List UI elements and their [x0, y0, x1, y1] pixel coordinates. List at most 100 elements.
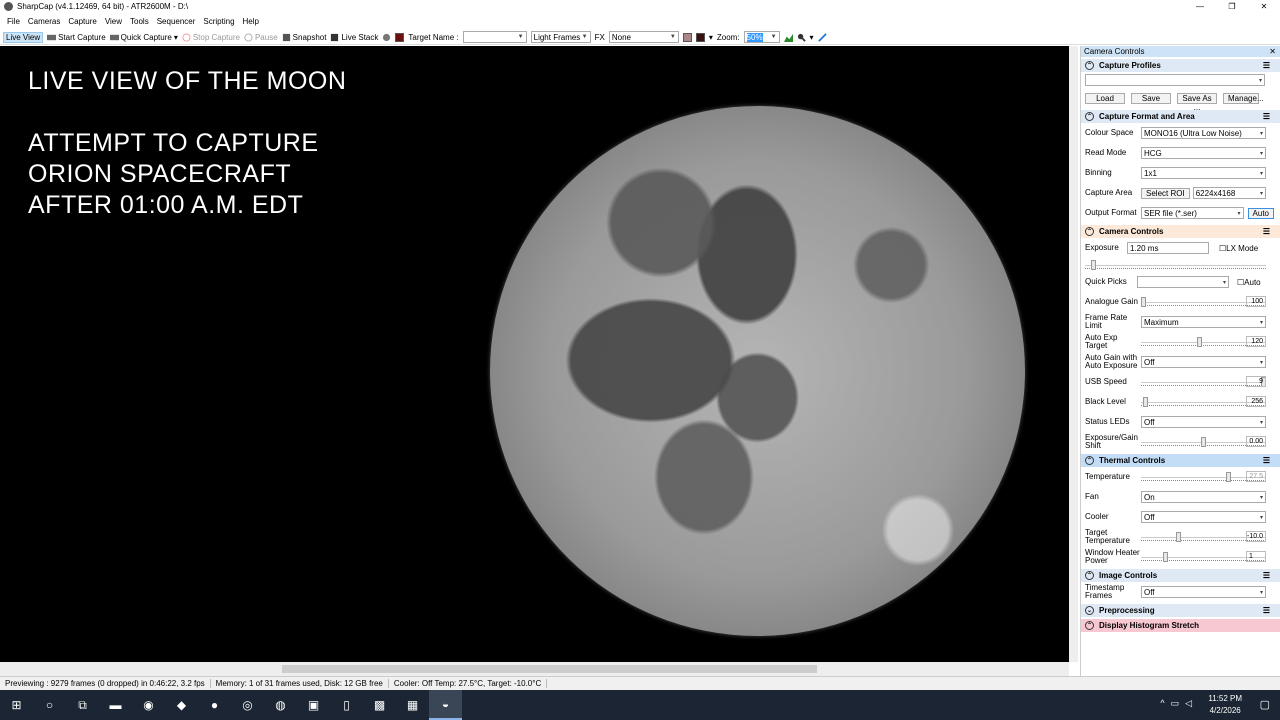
frame-type-combo[interactable]: Light Frames ▼ — [530, 31, 591, 43]
auto-gain-combo[interactable]: Off ▾ — [1141, 356, 1266, 368]
section-camera-controls[interactable]: ⌃ Camera Controls ☰ — [1081, 225, 1280, 238]
collapse-icon[interactable]: ⌃ — [1085, 112, 1094, 121]
app-icon[interactable]: ▦ — [396, 690, 429, 720]
collapse-icon[interactable]: ⌃ — [1085, 571, 1094, 580]
exp-gain-shift-value[interactable]: 0.00 — [1246, 436, 1266, 447]
hamburger-icon[interactable]: ☰ — [1263, 606, 1270, 615]
auto-format-button[interactable]: Auto — [1247, 207, 1274, 219]
read-mode-combo[interactable]: HCG ▾ — [1141, 147, 1266, 159]
exposure-slider[interactable] — [1085, 259, 1266, 271]
menu-cameras[interactable]: Cameras — [24, 17, 64, 26]
binning-combo[interactable]: 1x1 ▾ — [1141, 167, 1266, 179]
manage-button[interactable]: Manage... — [1223, 92, 1264, 104]
minimize-button[interactable]: — — [1184, 0, 1216, 13]
hamburger-icon[interactable]: ☰ — [1263, 456, 1270, 465]
hamburger-icon[interactable]: ☰ — [1263, 112, 1270, 121]
menu-tools[interactable]: Tools — [126, 17, 153, 26]
magnifier-icon[interactable] — [797, 33, 806, 42]
load-button[interactable]: Load — [1085, 92, 1125, 104]
collapse-icon[interactable]: ⌃ — [1085, 227, 1094, 236]
menu-help[interactable]: Help — [239, 17, 263, 26]
zoom-combo[interactable]: 50% ▼ — [743, 31, 780, 43]
app-icon[interactable]: ▩ — [363, 690, 396, 720]
app-icon[interactable]: ▣ — [297, 690, 330, 720]
slider-knob[interactable] — [1225, 471, 1231, 482]
app-icon[interactable]: ◍ — [264, 690, 297, 720]
quick-picks-combo[interactable]: ▾ — [1137, 276, 1229, 288]
chevron-down-icon[interactable]: ▾ — [810, 33, 814, 42]
chevron-down-icon[interactable]: ▾ — [709, 33, 713, 42]
target-name-combo[interactable]: ▼ — [462, 31, 527, 43]
hamburger-icon[interactable]: ☰ — [1263, 61, 1270, 70]
frame-rate-combo[interactable]: Maximum ▾ — [1141, 316, 1266, 328]
save-button[interactable]: Save — [1131, 92, 1171, 104]
cooler-combo[interactable]: Off ▾ — [1141, 511, 1266, 523]
circle-icon[interactable] — [382, 33, 391, 42]
close-button[interactable]: ✕ — [1248, 0, 1280, 13]
black-level-value[interactable]: 256 — [1246, 396, 1266, 407]
timestamp-combo[interactable]: Off ▾ — [1141, 586, 1266, 598]
search-icon[interactable]: ○ — [33, 690, 66, 720]
live-view-button[interactable]: Live View — [3, 31, 44, 43]
lx-mode-checkbox[interactable]: ☐ — [1219, 244, 1226, 253]
live-stack-button[interactable]: Live Stack — [330, 33, 378, 42]
collapse-icon[interactable]: ⌃ — [1085, 456, 1094, 465]
horizontal-scrollbar[interactable] — [0, 662, 1069, 676]
volume-icon[interactable]: ◁ — [1185, 698, 1192, 709]
exposure-field[interactable]: 1.20 ms — [1127, 242, 1209, 254]
color-swatch-icon[interactable] — [682, 32, 692, 42]
chevron-down-icon[interactable]: ▾ — [174, 33, 178, 42]
section-preprocessing[interactable]: ⌄ Preprocessing ☰ — [1081, 604, 1280, 617]
live-view-image[interactable]: LIVE VIEW OF THE MOON ATTEMPT TO CAPTURE… — [0, 46, 1069, 662]
collapse-icon[interactable]: ⌃ — [1085, 61, 1094, 70]
expand-icon[interactable]: ⌄ — [1085, 606, 1094, 615]
network-icon[interactable]: ▭ — [1171, 698, 1180, 709]
app-icon[interactable]: ● — [198, 690, 231, 720]
section-histogram-stretch[interactable]: ⌃ Display Histogram Stretch — [1081, 619, 1280, 632]
section-capture-profiles[interactable]: ⌃ Capture Profiles ☰ — [1081, 59, 1280, 72]
pause-button[interactable]: Pause — [244, 33, 278, 42]
document-icon[interactable]: ▯ — [330, 690, 363, 720]
usb-speed-value[interactable]: 9 — [1246, 376, 1266, 387]
heater-value[interactable]: 1 — [1246, 551, 1266, 562]
status-leds-combo[interactable]: Off ▾ — [1141, 416, 1266, 428]
capture-area-combo[interactable]: 6224x4168 ▾ — [1192, 187, 1266, 199]
close-icon[interactable]: ✕ — [1269, 46, 1276, 57]
auto-exp-target-value[interactable]: 120 — [1246, 336, 1266, 347]
fx-combo[interactable]: None ▼ — [608, 31, 679, 43]
maximize-button[interactable]: ❐ — [1216, 0, 1248, 13]
quick-capture-button[interactable]: Quick Capture ▾ — [109, 33, 178, 42]
menu-view[interactable]: View — [101, 17, 126, 26]
section-capture-format[interactable]: ⌃ Capture Format and Area ☰ — [1081, 110, 1280, 123]
stop-capture-button[interactable]: Stop Capture — [182, 33, 240, 42]
collapse-icon[interactable]: ⌃ — [1085, 621, 1094, 630]
notification-icon[interactable]: ▢ — [1260, 698, 1270, 711]
menu-capture[interactable]: Capture — [64, 17, 100, 26]
windows-start-icon[interactable]: ⊞ — [0, 690, 33, 720]
color-swatch-icon[interactable] — [395, 32, 405, 42]
color-swatch-icon[interactable] — [695, 32, 705, 42]
snapshot-button[interactable]: Snapshot — [282, 33, 326, 42]
slider-knob[interactable] — [1175, 531, 1181, 542]
slider-knob[interactable] — [1200, 436, 1206, 447]
slider-knob[interactable] — [1196, 336, 1202, 347]
analogue-gain-value[interactable]: 100 — [1246, 296, 1266, 307]
app-icon[interactable]: ◆ — [165, 690, 198, 720]
hamburger-icon[interactable]: ☰ — [1263, 571, 1270, 580]
menu-scripting[interactable]: Scripting — [199, 17, 238, 26]
colour-space-combo[interactable]: MONO16 (Ultra Low Noise) ▾ — [1141, 127, 1266, 139]
start-capture-button[interactable]: Start Capture — [47, 33, 106, 42]
histogram-icon[interactable] — [783, 33, 793, 42]
select-roi-button[interactable]: Select ROI — [1141, 187, 1190, 199]
slider-knob[interactable] — [1091, 259, 1097, 270]
menu-sequencer[interactable]: Sequencer — [153, 17, 200, 26]
sharpcap-taskbar-icon[interactable]: ◒ — [429, 690, 462, 720]
hamburger-icon[interactable]: ☰ — [1263, 227, 1270, 236]
clock[interactable]: 11:52 PM 4/2/2026 — [1208, 693, 1242, 717]
profile-combo[interactable]: ▾ — [1085, 74, 1265, 86]
vertical-scrollbar[interactable] — [1069, 46, 1078, 662]
chrome-icon[interactable]: ◉ — [132, 690, 165, 720]
file-explorer-icon[interactable]: ▬ — [99, 690, 132, 720]
section-thermal-controls[interactable]: ⌃ Thermal Controls ☰ — [1081, 454, 1280, 467]
fan-combo[interactable]: On ▾ — [1141, 491, 1266, 503]
